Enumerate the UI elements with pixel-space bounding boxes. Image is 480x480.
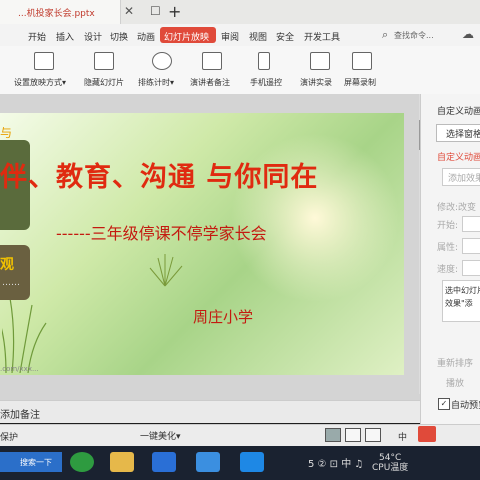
browser-icon[interactable] [70, 452, 94, 472]
cpu-temperature-widget: 54°C CPU温度 [372, 453, 408, 473]
status-bar [0, 424, 480, 447]
cloud-icon[interactable]: ☁ [462, 27, 474, 41]
timer-icon [152, 52, 172, 70]
menu-insert[interactable]: 插入 [56, 30, 74, 43]
cpu-temp-label: CPU温度 [372, 463, 409, 473]
normal-view-button[interactable] [325, 428, 341, 442]
hide-slide-icon [94, 52, 114, 70]
screen-record-icon [352, 52, 372, 70]
cpu-temp-value: 54°C [379, 453, 402, 463]
watermark-text: .com/xxx... [0, 365, 39, 373]
menu-transition[interactable]: 切换 [110, 30, 128, 43]
custom-animation-heading: 自定义动画 [437, 153, 480, 163]
sorter-view-button[interactable] [345, 428, 361, 442]
video-app-icon[interactable] [240, 452, 264, 472]
document-tab-label[interactable]: ...机投家长会.pptx [18, 6, 95, 19]
file-explorer-icon[interactable] [110, 452, 134, 472]
auto-preview-checkbox[interactable]: ✓ [438, 398, 450, 410]
left-panel-2-dots: …… [2, 278, 20, 288]
search-icon[interactable]: ⌕ [382, 28, 388, 42]
speed-dropdown[interactable] [462, 260, 480, 276]
add-effect-label[interactable]: 添加效果 [448, 171, 480, 184]
selection-pane-label[interactable]: 选择窗格 [446, 127, 480, 140]
reading-view-button[interactable] [365, 428, 381, 442]
hint-line-2: 效果"添 [445, 299, 473, 308]
menu-design[interactable]: 设计 [84, 30, 102, 43]
menu-animation[interactable]: 动画 [137, 30, 155, 43]
close-tab-icon[interactable]: ✕ [124, 4, 134, 18]
slide-subtitle[interactable]: ------三年级停课不停学家长会 [56, 220, 267, 244]
menu-view[interactable]: 视图 [249, 30, 267, 43]
start-dropdown[interactable] [462, 216, 480, 232]
start-slideshow-button[interactable] [418, 426, 436, 442]
protect-button[interactable]: 保护 [0, 430, 18, 443]
ime-indicator[interactable]: 中 [398, 430, 407, 443]
wps-icon[interactable] [152, 452, 176, 472]
search-input[interactable]: 查找命令... [394, 30, 434, 41]
panel-title: 自定义动画 [437, 107, 480, 117]
grass-decoration [2, 297, 47, 373]
menu-slideshow[interactable]: 幻灯片放映 [164, 30, 209, 43]
modify-label: 修改:改变 [437, 203, 477, 213]
slide-canvas[interactable] [0, 113, 404, 375]
animation-list-hint: 选中幻灯片 效果"添 [445, 284, 480, 310]
record-icon [310, 52, 330, 70]
ribbon-toolbar [0, 46, 480, 95]
play-button[interactable]: 播放 [446, 376, 464, 389]
start-label: 开始: [437, 221, 459, 231]
new-tab-button[interactable]: + [168, 2, 181, 21]
taskbar-search-label[interactable]: 搜索一下 [20, 457, 52, 468]
tool-label: 排练计时▾ [138, 78, 175, 87]
slide-school-name[interactable]: 周庄小学 [193, 306, 253, 327]
menu-review[interactable]: 审阅 [221, 30, 239, 43]
hint-line-1: 选中幻灯片 [445, 286, 480, 295]
one-click-beautify-button[interactable]: 一键美化▾ [140, 429, 181, 442]
notes-icon [202, 52, 222, 70]
slideshow-settings-icon [34, 52, 54, 70]
restore-icon[interactable]: ☐ [150, 4, 161, 18]
tool-label: 手机遥控 [250, 78, 282, 87]
tool-label: 设置放映方式▾ [14, 78, 67, 87]
app-icon[interactable] [196, 452, 220, 472]
property-label: 属性: [437, 243, 459, 253]
tool-label: 隐藏幻灯片 [84, 78, 124, 87]
dandelion-decoration [149, 254, 183, 287]
tool-label: 演讲者备注 [190, 78, 230, 87]
reorder-label: 重新排序 [437, 359, 474, 369]
system-tray-icons[interactable]: 5 ② ⊡ 中 ♫ [308, 455, 363, 470]
property-dropdown[interactable] [462, 238, 480, 254]
menu-home[interactable]: 开始 [28, 30, 46, 43]
custom-animation-panel [420, 94, 480, 424]
left-panel-2-text: 观 [0, 257, 14, 273]
tool-label: 演讲实录 [300, 78, 332, 87]
menu-security[interactable]: 安全 [276, 30, 294, 43]
notes-pane[interactable] [0, 400, 420, 423]
left-panel-text: 与 [0, 126, 13, 140]
notes-placeholder[interactable]: 添加备注 [0, 406, 40, 421]
slide-title[interactable]: 伴、教育、沟通 与你同在 [0, 155, 318, 194]
speed-label: 速度: [437, 265, 459, 275]
tool-label: 屏幕录制 [344, 78, 376, 87]
menu-developer[interactable]: 开发工具 [304, 30, 340, 43]
phone-icon [258, 52, 270, 70]
auto-preview-label[interactable]: 自动预览 [451, 398, 480, 411]
